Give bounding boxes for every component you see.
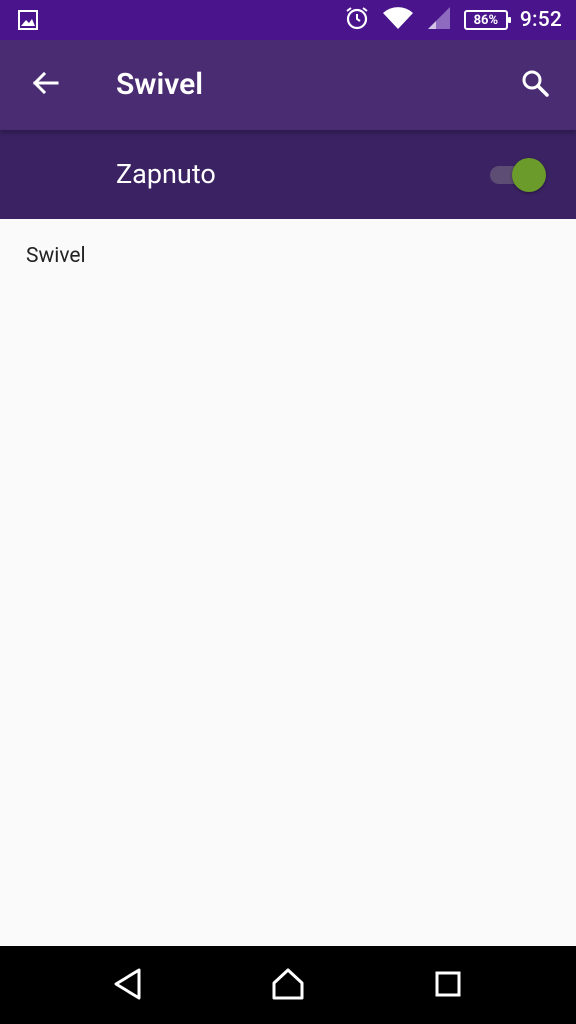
nav-back-button[interactable] [104,962,152,1010]
master-switch-bar[interactable]: Zapnuto [0,130,576,219]
wifi-icon [382,5,414,35]
battery-icon: 86% [463,10,511,30]
toggle-thumb [512,158,546,192]
nav-home-button[interactable] [264,962,312,1010]
signal-icon [426,5,452,35]
master-toggle-switch[interactable] [490,158,546,192]
back-button[interactable] [28,68,62,102]
search-button[interactable] [516,66,554,104]
content-text: Swivel [26,244,86,268]
arrow-back-icon [31,69,59,101]
master-switch-label: Zapnuto [116,158,216,190]
navigation-bar [0,946,576,1024]
gallery-icon [18,10,38,30]
nav-recents-button[interactable] [424,962,472,1010]
battery-level: 86% [473,12,499,28]
recents-icon [434,970,462,1002]
status-time: 9:52 [519,8,562,32]
home-icon [271,967,305,1005]
status-bar: 86% 9:52 [0,0,576,40]
page-title: Swivel [116,67,204,102]
back-triangle-icon [112,967,144,1005]
app-bar: Swivel [0,40,576,130]
alarm-icon [344,5,370,35]
search-icon [520,68,550,102]
